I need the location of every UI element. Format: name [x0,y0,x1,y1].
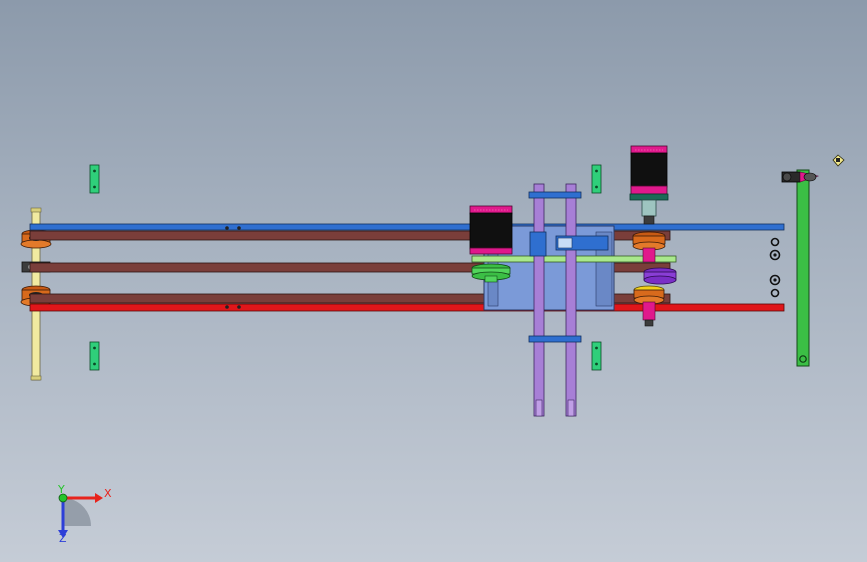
bracket-top-center[interactable] [591,164,602,194]
right-motor[interactable] [629,145,669,201]
column-left[interactable] [533,183,545,417]
left-motor[interactable] [469,205,513,255]
right-pulley-stack[interactable] [632,231,677,327]
bracket-bottom-center[interactable] [591,341,602,371]
cad-viewport[interactable]: X Y Z [0,0,867,562]
gripper-head[interactable] [781,171,820,183]
column-bottom-clamp[interactable] [528,335,582,343]
assembly-view[interactable]: X Y Z [0,0,867,562]
top-blue-rail[interactable] [29,223,785,231]
x-axis-arrowhead [95,493,103,503]
column-top-clamp[interactable] [528,191,582,199]
column-right[interactable] [565,183,577,417]
y-axis-label: Y [57,483,65,496]
bracket-bottom-left[interactable] [89,341,100,371]
right-coupler[interactable] [641,199,657,225]
detached-nut[interactable] [832,154,845,167]
axis-triad: X Y Z [57,483,112,545]
bracket-top-left[interactable] [89,164,100,194]
bottom-red-rail[interactable] [29,303,785,312]
x-axis-label: X [104,487,112,500]
fastener-group[interactable] [769,237,781,298]
green-arm[interactable] [796,169,810,367]
z-axis-label: Z [59,532,67,545]
